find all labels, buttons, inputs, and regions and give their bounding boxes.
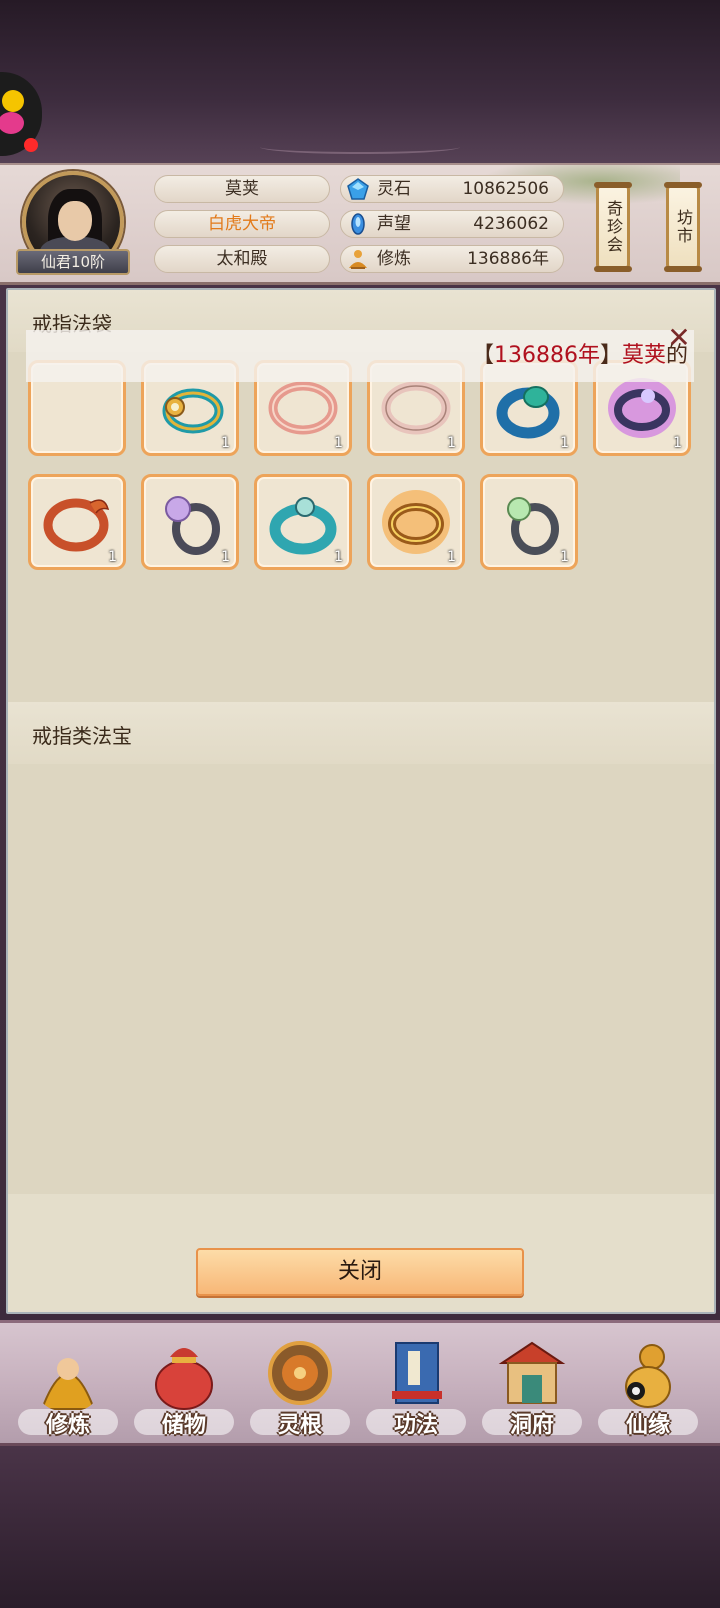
item-qty: 1	[221, 435, 230, 451]
rose-gold-ring-icon	[268, 381, 338, 435]
nav-label: 修炼	[45, 1413, 90, 1438]
bottom-nav: 修炼 储物 灵根 功法 洞府 仙缘	[0, 1320, 720, 1446]
notice-bracket-open: 【	[471, 343, 494, 368]
nav-fate[interactable]: 仙缘	[592, 1329, 704, 1443]
spirit-root-icon	[268, 1341, 332, 1405]
item-slot[interactable]: 1	[141, 474, 239, 570]
red-dragon-ring-icon	[43, 498, 110, 552]
item-slot[interactable]: 1	[28, 474, 126, 570]
nav-label: 储物	[161, 1413, 206, 1438]
item-qty: 1	[673, 435, 682, 451]
spirit-stone-icon	[347, 178, 369, 200]
notice-years: 136886年	[493, 343, 600, 368]
resource-label: 修炼	[377, 249, 411, 269]
green-pearl-ring-icon	[507, 497, 559, 555]
player-name: 莫荚	[154, 175, 330, 203]
notification-dot	[24, 138, 38, 152]
resource-value: 136886年	[467, 249, 549, 269]
ring-treasure-heading: 戒指类法宝	[8, 702, 714, 764]
treasure-fair-button[interactable]: 奇珍会	[594, 182, 632, 272]
top-decor-band	[0, 0, 720, 165]
resource-label: 声望	[377, 214, 411, 234]
app-logo-pink	[0, 112, 24, 134]
nav-label: 功法	[393, 1413, 438, 1438]
prestige-icon	[351, 213, 365, 235]
close-icon[interactable]: ✕	[664, 324, 694, 354]
resource-value: 4236062	[473, 214, 549, 234]
item-slot[interactable]: 1	[254, 474, 352, 570]
market-button[interactable]: 坊市	[664, 182, 702, 272]
nav-label: 仙缘	[625, 1413, 670, 1438]
nav-cave[interactable]: 洞府	[476, 1329, 588, 1443]
cultivation-icon	[349, 250, 367, 269]
item-qty: 1	[560, 435, 569, 451]
golden-teal-ring-icon	[162, 388, 224, 434]
golden-flame-ring-icon	[382, 490, 450, 554]
item-slot[interactable]: 1	[367, 474, 465, 570]
nav-label: 洞府	[509, 1413, 554, 1438]
purple-pearl-ring-icon	[165, 496, 220, 555]
item-qty: 1	[334, 549, 343, 565]
player-header: 仙君10阶 莫荚 白虎大帝 太和殿 灵石 10862506 声望 4236062…	[0, 163, 720, 285]
nav-techniques[interactable]: 功法	[360, 1329, 472, 1443]
notice-bracket-close: 】	[599, 343, 622, 368]
app-logo-yellow	[2, 90, 24, 112]
item-slot[interactable]: 1	[480, 474, 578, 570]
item-qty: 1	[108, 549, 117, 565]
close-button[interactable]: 关闭	[196, 1248, 524, 1296]
scrolling-notice: 【136886年】莫荚的	[26, 330, 694, 382]
item-qty: 1	[447, 435, 456, 451]
nav-spirit-root[interactable]: 灵根	[244, 1329, 356, 1443]
notice-player-name: 莫荚	[621, 343, 666, 368]
resource-value: 10862506	[462, 179, 549, 199]
player-title: 白虎大帝	[154, 210, 330, 238]
pale-pink-ring-icon	[381, 381, 451, 435]
top-ornament	[260, 140, 460, 154]
avatar-face	[58, 201, 92, 241]
book-icon	[392, 1342, 442, 1404]
item-qty: 1	[221, 549, 230, 565]
monk-icon	[40, 1358, 96, 1410]
teal-band-ring-icon	[269, 497, 337, 555]
nav-storage[interactable]: 储物	[128, 1329, 240, 1443]
nav-label: 灵根	[277, 1413, 322, 1438]
treasure-bag-icon	[155, 1348, 213, 1410]
jade-blue-ring-icon	[496, 386, 560, 439]
item-qty: 1	[334, 435, 343, 451]
resource-spirit-stone: 灵石 10862506	[340, 175, 564, 203]
resource-label: 灵石	[377, 179, 411, 199]
rank-badge: 仙君10阶	[16, 249, 130, 275]
nav-cultivate[interactable]: 修炼	[12, 1329, 124, 1443]
lower-decor-band	[0, 1446, 720, 1608]
player-hall: 太和殿	[154, 245, 330, 273]
resource-prestige: 声望 4236062	[340, 210, 564, 238]
resource-cultivation: 修炼 136886年	[340, 245, 564, 273]
item-qty: 1	[447, 549, 456, 565]
item-qty: 1	[560, 549, 569, 565]
gourd-icon	[625, 1344, 671, 1408]
cave-palace-icon	[498, 1341, 566, 1404]
ring-treasure-area	[8, 764, 714, 1194]
